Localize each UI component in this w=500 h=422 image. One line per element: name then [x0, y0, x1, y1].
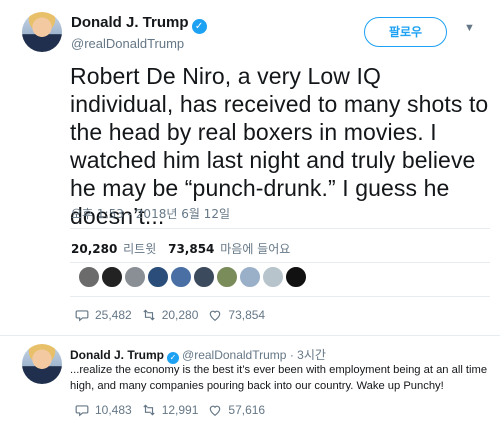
reply-button[interactable]: 25,482	[75, 308, 132, 322]
like-count: 73,854	[228, 308, 266, 322]
reply-count: 25,482	[95, 308, 132, 322]
liker-avatar[interactable]	[78, 266, 100, 288]
tweet-stats: 20,280 리트윗 73,854 마음에 들어요	[71, 240, 298, 257]
divider	[70, 262, 490, 263]
liker-avatar[interactable]	[239, 266, 261, 288]
likes-label[interactable]: 마음에 들어요	[220, 242, 290, 256]
retweet-icon	[143, 309, 155, 321]
liker-avatar[interactable]	[101, 266, 123, 288]
tweet-actions: 25,482 20,280 73,854	[75, 307, 275, 323]
like-button[interactable]: 73,854	[208, 308, 265, 322]
reply-icon	[75, 405, 89, 417]
avatar[interactable]	[22, 344, 62, 384]
chevron-down-icon[interactable]: ▼	[464, 22, 475, 34]
reply-author-handle[interactable]: @realDonaldTrump	[182, 348, 286, 362]
retweet-icon	[143, 404, 155, 416]
like-button[interactable]: 57,616	[208, 403, 265, 417]
author-name[interactable]: Donald J. Trump ✓	[71, 14, 207, 34]
reply-time[interactable]: · 3시간	[290, 348, 326, 362]
tweet-timestamp[interactable]: 오후 1:53 - 2018년 6월 12일	[71, 205, 230, 222]
retweet-button[interactable]: 20,280	[142, 308, 199, 322]
main-tweet: Donald J. Trump ✓ @realDonaldTrump 팔로우 ▼ …	[0, 0, 500, 335]
follow-button[interactable]: 팔로우	[364, 17, 447, 47]
liker-avatar[interactable]	[193, 266, 215, 288]
avatar[interactable]	[22, 12, 62, 52]
retweet-button[interactable]: 12,991	[142, 403, 199, 417]
liker-avatar[interactable]	[216, 266, 238, 288]
reply-text: ...realize the economy is the best it’s …	[70, 364, 488, 392]
retweet-count: 20,280	[161, 308, 199, 322]
reply-actions: 10,483 12,991 57,616	[75, 402, 275, 418]
liker-avatar[interactable]	[170, 266, 192, 288]
reply-tweet[interactable]: Donald J. Trump ✓ @realDonaldTrump · 3시간 .…	[0, 336, 500, 422]
liker-avatar[interactable]	[285, 266, 307, 288]
like-count: 57,616	[228, 403, 266, 417]
verified-badge-icon: ✓	[191, 19, 207, 34]
reply-count: 10,483	[95, 403, 132, 417]
liker-avatars	[78, 266, 307, 288]
reply-button[interactable]: 10,483	[75, 403, 132, 417]
heart-icon	[210, 405, 221, 416]
retweets-count[interactable]: 20,280	[71, 242, 117, 256]
author-name-text[interactable]: Donald J. Trump	[71, 14, 189, 31]
liker-avatar[interactable]	[262, 266, 284, 288]
divider	[70, 228, 490, 229]
liker-avatar[interactable]	[124, 266, 146, 288]
reply-icon	[75, 310, 89, 322]
liker-avatar[interactable]	[147, 266, 169, 288]
retweet-count: 12,991	[161, 403, 199, 417]
likes-count[interactable]: 73,854	[168, 242, 214, 256]
retweets-label[interactable]: 리트윗	[123, 242, 156, 256]
heart-icon	[210, 310, 221, 321]
reply-author-name[interactable]: Donald J. Trump	[70, 348, 164, 362]
author-handle[interactable]: @realDonaldTrump	[71, 36, 184, 51]
divider	[70, 296, 490, 297]
